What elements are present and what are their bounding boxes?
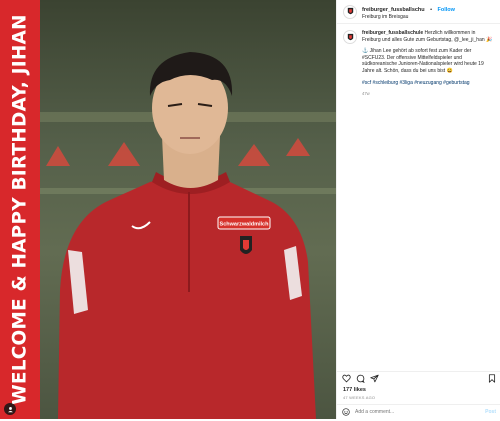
- post-comment-button[interactable]: Post: [485, 409, 496, 415]
- heart-icon[interactable]: [342, 374, 351, 383]
- banner-text: WELCOME & HAPPY BIRTHDAY, JIHAN: [9, 14, 31, 405]
- action-bar: [337, 371, 500, 385]
- share-icon[interactable]: [370, 374, 379, 383]
- caption-username[interactable]: freiburger_fussballschule: [362, 30, 423, 36]
- sponsor-text: Schwarzwaldmilch: [220, 222, 270, 228]
- caption-avatar[interactable]: [343, 30, 357, 44]
- follow-button[interactable]: Follow: [438, 7, 455, 13]
- comment-icon[interactable]: [356, 374, 365, 383]
- bookmark-icon[interactable]: [488, 374, 496, 383]
- player-photo: Schwarzwaldmilch: [40, 0, 336, 419]
- post-timestamp: 47 WEEKS AGO: [343, 395, 376, 400]
- comment-bar: Post: [337, 404, 500, 419]
- post-media[interactable]: Schwarzwaldmilch WELCOME & HAPPY BIRTHDA…: [0, 0, 336, 419]
- caption-hashtags[interactable]: #scf #schleiburg #3liga #neuzugang #gebu…: [362, 80, 494, 87]
- post-header: freiburger_fussballschu • Follow Freibur…: [337, 0, 500, 24]
- header-text: freiburger_fussballschu • Follow Freibur…: [362, 3, 455, 21]
- avatar[interactable]: [343, 4, 357, 19]
- header-separator: •: [430, 6, 433, 13]
- instagram-post: Schwarzwaldmilch WELCOME & HAPPY BIRTHDA…: [0, 0, 500, 419]
- comment-input[interactable]: [355, 409, 486, 415]
- location-link[interactable]: Freiburg im Breisgau: [362, 14, 455, 21]
- header-username[interactable]: freiburger_fussballschu: [362, 7, 425, 13]
- tag-icon[interactable]: [4, 403, 16, 415]
- caption-time: 47w: [362, 91, 370, 97]
- emoji-icon[interactable]: [342, 403, 350, 421]
- caption-body: freiburger_fussballschule Herzlich willk…: [362, 30, 494, 98]
- post-sidebar: freiburger_fussballschu • Follow Freibur…: [336, 0, 500, 419]
- caption-paragraph: ⚓ Jihan Lee gehört ab sofort fest zum Ka…: [362, 48, 484, 74]
- birthday-banner: WELCOME & HAPPY BIRTHDAY, JIHAN: [0, 0, 40, 419]
- likes-count[interactable]: 177 likes: [343, 387, 366, 393]
- caption: freiburger_fussballschule Herzlich willk…: [337, 24, 500, 98]
